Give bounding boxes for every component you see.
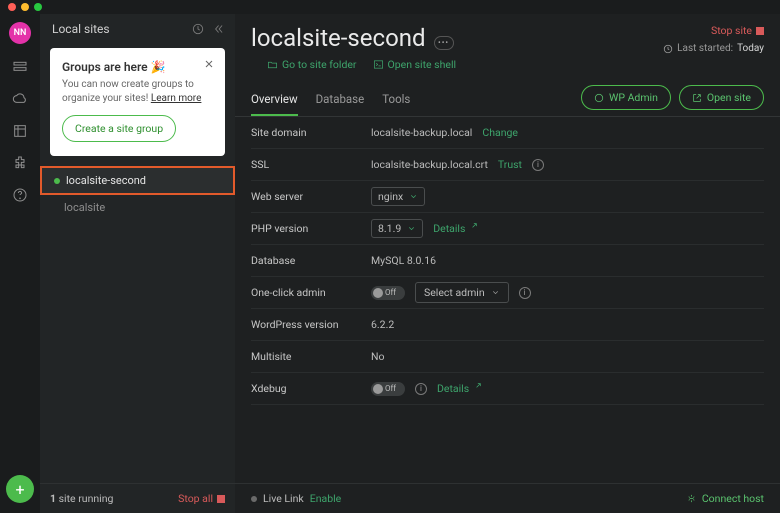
site-menu-button[interactable]: ••• <box>434 36 454 50</box>
window-close-dot[interactable] <box>8 3 16 11</box>
php-details-link[interactable]: Details <box>433 222 478 235</box>
main-footer: Live Link Enable Connect host <box>235 483 780 513</box>
trust-link[interactable]: Trust <box>498 158 522 171</box>
row-wp-version: WordPress version 6.2.2 <box>251 309 764 341</box>
chevron-down-icon <box>491 288 500 297</box>
info-icon[interactable]: i <box>532 159 544 171</box>
sites-icon[interactable] <box>11 58 29 76</box>
nav-iconbar: NN + <box>0 14 40 513</box>
row-multisite: Multisite No <box>251 341 764 373</box>
addons-icon[interactable] <box>11 154 29 172</box>
xdebug-toggle[interactable]: Off <box>371 382 405 396</box>
sidebar: Local sites Groups are here 🎉 You can no… <box>40 14 235 513</box>
php-version-select[interactable]: 8.1.9 <box>371 219 423 238</box>
site-item-localsite-second[interactable]: localsite-second <box>40 166 235 195</box>
banner-subtitle: You can now create groups to organize yo… <box>62 78 213 105</box>
sidebar-title: Local sites <box>52 22 185 36</box>
collapse-icon[interactable] <box>211 22 225 36</box>
xdebug-details-link[interactable]: Details <box>437 382 482 395</box>
banner-title: Groups are here 🎉 <box>62 60 213 74</box>
one-click-toggle[interactable]: Off <box>371 286 405 300</box>
info-icon[interactable]: i <box>415 383 427 395</box>
sort-icon[interactable] <box>191 22 205 36</box>
tab-overview[interactable]: Overview <box>251 86 298 116</box>
open-site-button[interactable]: Open site <box>679 85 764 110</box>
last-started-label: Last started: Today <box>663 43 764 54</box>
row-web-server: Web server nginx <box>251 181 764 213</box>
stop-icon <box>217 495 225 503</box>
change-link[interactable]: Change <box>482 126 518 139</box>
wp-admin-button[interactable]: WP Admin <box>581 85 671 110</box>
live-link-status-dot <box>251 496 257 502</box>
info-icon[interactable]: i <box>519 287 531 299</box>
tab-tools[interactable]: Tools <box>382 86 410 116</box>
site-item-label: localsite-second <box>66 174 146 187</box>
stop-icon <box>756 27 764 35</box>
row-ssl: SSL localsite-backup.local.crtTrusti <box>251 149 764 181</box>
add-site-button[interactable]: + <box>6 475 34 503</box>
row-site-domain: Site domain localsite-backup.localChange <box>251 117 764 149</box>
row-php-version: PHP version 8.1.9 Details <box>251 213 764 245</box>
site-item-label: localsite <box>64 201 105 214</box>
groups-banner: Groups are here 🎉 You can now create gro… <box>50 48 225 156</box>
row-one-click-admin: One-click admin Off Select admin i <box>251 277 764 309</box>
cloud-icon[interactable] <box>11 90 29 108</box>
site-item-localsite[interactable]: localsite <box>40 195 235 220</box>
avatar[interactable]: NN <box>9 22 31 44</box>
sidebar-footer: 1 site running Stop all <box>40 483 235 513</box>
web-server-select[interactable]: nginx <box>371 187 425 206</box>
open-shell-link[interactable]: Open site shell <box>373 58 457 71</box>
connect-host-button[interactable]: Connect host <box>686 492 764 505</box>
site-list: localsite-second localsite <box>40 166 235 483</box>
chevron-down-icon <box>407 224 416 233</box>
chevron-down-icon <box>409 192 418 201</box>
status-dot-running <box>54 178 60 184</box>
create-group-button[interactable]: Create a site group <box>62 115 176 142</box>
overview-table: Site domain localsite-backup.localChange… <box>235 117 780 405</box>
select-admin-dropdown[interactable]: Select admin <box>415 282 509 303</box>
help-icon[interactable] <box>11 186 29 204</box>
sites-running-label: 1 site running <box>50 492 178 505</box>
row-xdebug: Xdebug Off i Details <box>251 373 764 405</box>
window-zoom-dot[interactable] <box>34 3 42 11</box>
blueprints-icon[interactable] <box>11 122 29 140</box>
stop-all-button[interactable]: Stop all <box>178 492 225 505</box>
row-database: Database MySQL 8.0.16 <box>251 245 764 277</box>
clock-icon <box>663 44 673 54</box>
tab-database[interactable]: Database <box>316 86 365 116</box>
main-panel: localsite-second ••• Go to site folder O… <box>235 14 780 513</box>
enable-live-link[interactable]: Enable <box>310 492 342 505</box>
go-to-folder-link[interactable]: Go to site folder <box>267 58 357 71</box>
learn-more-link[interactable]: Learn more <box>151 93 202 104</box>
live-link-label: Live Link <box>263 492 304 505</box>
stop-site-button[interactable]: Stop site <box>711 24 764 37</box>
window-minimize-dot[interactable] <box>21 3 29 11</box>
window-titlebar <box>0 0 780 14</box>
page-title: localsite-second <box>251 24 426 52</box>
close-icon[interactable] <box>203 58 215 70</box>
